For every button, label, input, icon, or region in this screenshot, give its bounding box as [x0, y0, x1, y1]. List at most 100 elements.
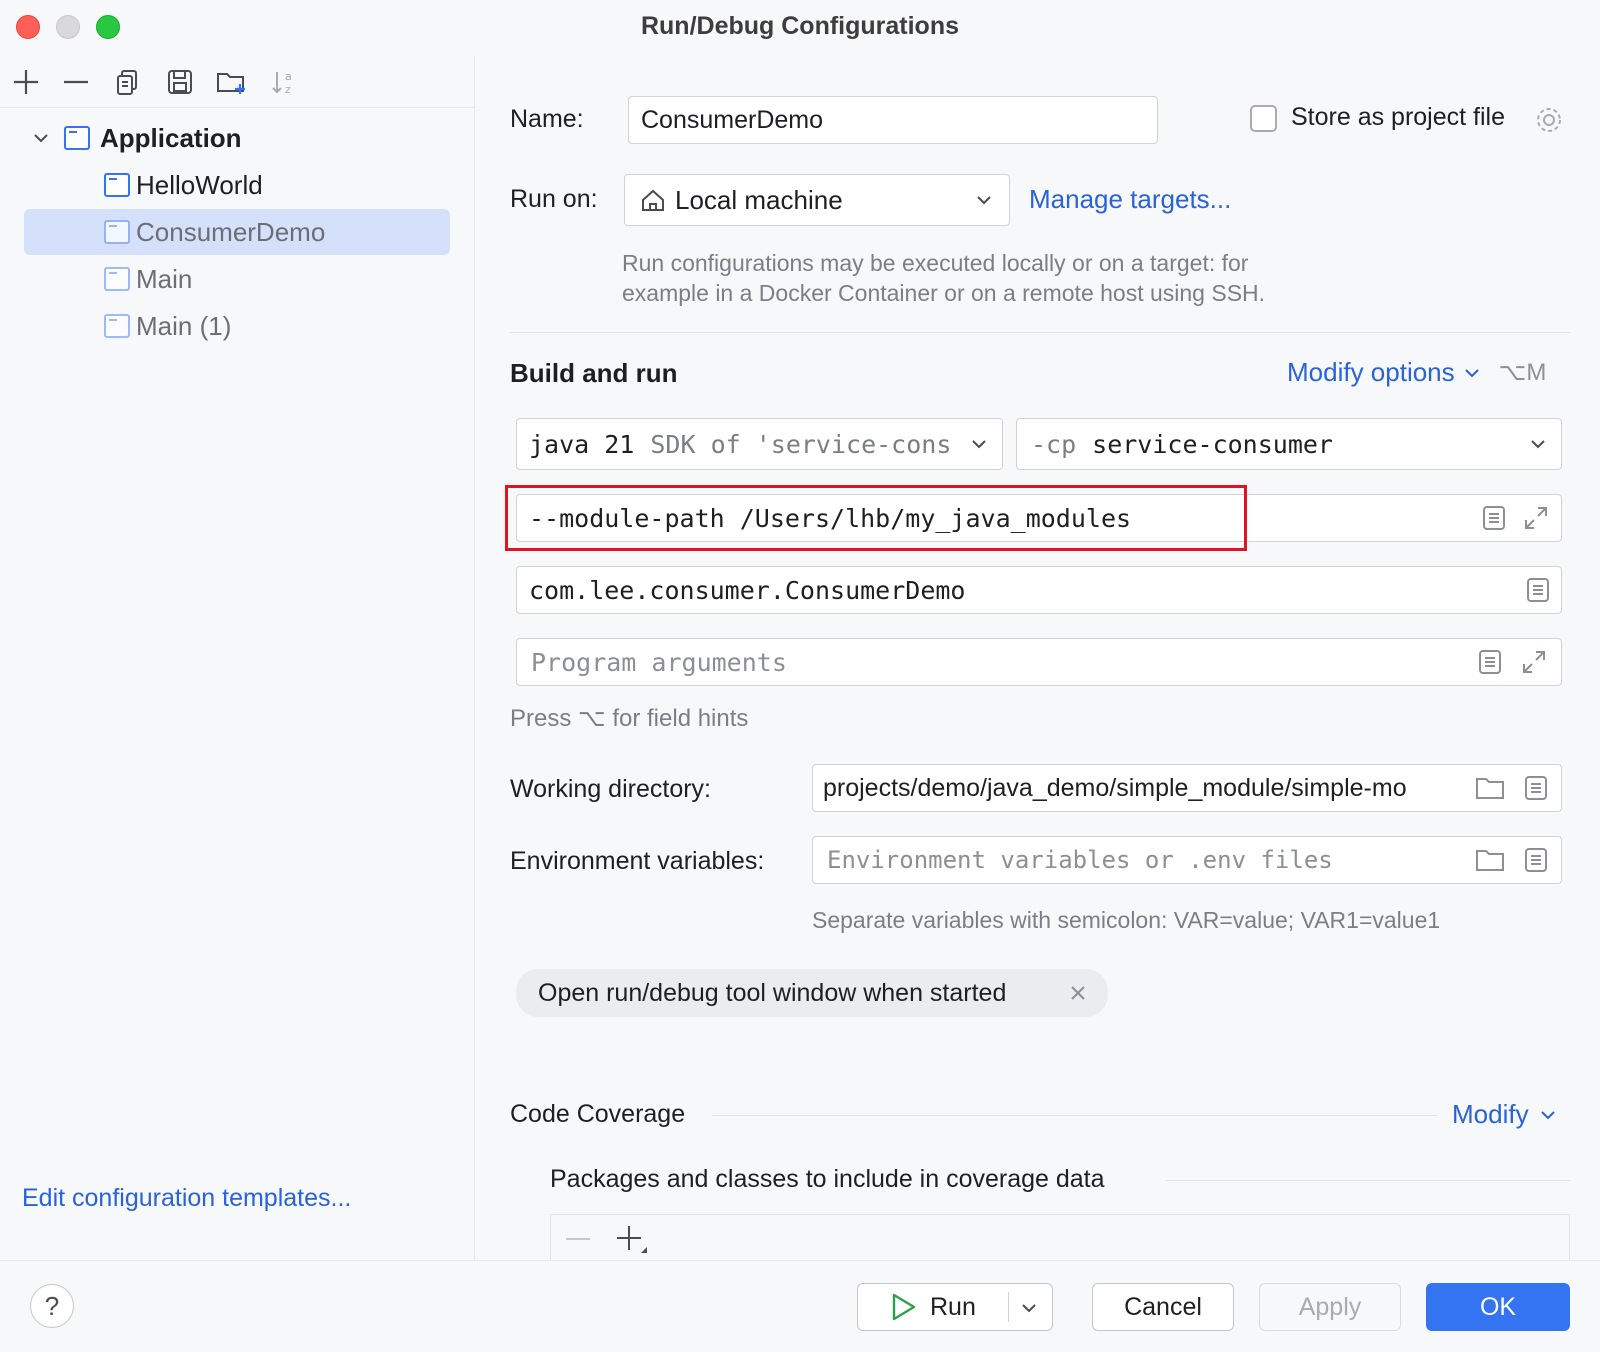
- main-class-field[interactable]: com.lee.consumer.ConsumerDemo: [516, 566, 1562, 614]
- text-editor-icon[interactable]: [1481, 505, 1507, 531]
- remove-icon[interactable]: [563, 1227, 593, 1251]
- ok-button[interactable]: OK: [1426, 1283, 1570, 1331]
- classpath-value: service-consumer: [1092, 429, 1333, 459]
- title-bar: Run/Debug Configurations: [0, 0, 1600, 56]
- chevron-down-icon: [977, 196, 991, 205]
- run-on-value: Local machine: [675, 184, 843, 215]
- gear-icon[interactable]: [1534, 105, 1564, 135]
- section-divider: [510, 332, 1570, 333]
- apply-label: Apply: [1298, 1292, 1362, 1321]
- copy-icon[interactable]: [112, 66, 144, 98]
- main-class-value: com.lee.consumer.ConsumerDemo: [529, 575, 966, 605]
- working-directory-field[interactable]: projects/demo/java_demo/simple_module/si…: [812, 764, 1562, 812]
- help-icon: ?: [44, 1290, 60, 1321]
- tree-item-consumerdemo[interactable]: ConsumerDemo: [24, 209, 450, 255]
- play-icon: [892, 1293, 916, 1321]
- coverage-packages-label: Packages and classes to include in cover…: [550, 1165, 1105, 1193]
- coverage-packages-list: [550, 1214, 1570, 1260]
- expand-icon[interactable]: [1521, 503, 1551, 533]
- configuration-icon: [104, 314, 130, 338]
- folder-icon[interactable]: [1475, 775, 1505, 801]
- cancel-label: Cancel: [1124, 1292, 1202, 1321]
- window-title: Run/Debug Configurations: [640, 12, 960, 40]
- tree-item-label: HelloWorld: [136, 169, 263, 200]
- chevron-down-icon: [1540, 1110, 1555, 1119]
- chevron-down-icon[interactable]: [30, 127, 52, 149]
- configuration-icon: [104, 267, 130, 291]
- ok-label: OK: [1479, 1292, 1517, 1321]
- application-icon: [64, 126, 90, 150]
- run-button[interactable]: Run: [857, 1283, 1053, 1331]
- tree-item-main[interactable]: Main: [104, 256, 192, 302]
- configurations-sidebar: az Application HelloWorld ConsumerDemo M…: [0, 56, 475, 1260]
- remove-icon[interactable]: [60, 66, 92, 98]
- text-editor-icon[interactable]: [1523, 847, 1549, 873]
- modify-options-label: Modify options: [1287, 357, 1455, 387]
- tree-item-helloworld[interactable]: HelloWorld: [104, 162, 263, 208]
- footer-divider: [0, 1260, 1600, 1261]
- tree-item-label: Main: [136, 263, 193, 294]
- environment-variables-placeholder: Environment variables or .env files: [827, 846, 1333, 874]
- modify-options-button[interactable]: Modify options ⌥M: [1287, 357, 1546, 388]
- tree-item-main-1[interactable]: Main (1): [104, 303, 231, 349]
- build-and-run-title: Build and run: [510, 358, 678, 388]
- chevron-down-icon: [1464, 368, 1479, 377]
- environment-variables-label: Environment variables:: [510, 847, 765, 875]
- close-icon[interactable]: [1068, 983, 1088, 1003]
- classpath-prefix: -cp: [1031, 429, 1077, 459]
- coverage-modify-button[interactable]: Modify: [1452, 1099, 1559, 1130]
- program-arguments-placeholder: Program arguments: [531, 647, 787, 677]
- svg-text:z: z: [285, 83, 291, 96]
- save-icon[interactable]: [164, 66, 196, 98]
- store-as-project-label: Store as project file: [1291, 103, 1505, 131]
- sidebar-toolbar: az: [0, 56, 475, 108]
- highlight-box: [505, 485, 1247, 551]
- jdk-main: java 21: [529, 429, 635, 459]
- edit-templates-link[interactable]: Edit configuration templates...: [22, 1184, 351, 1213]
- code-coverage-title: Code Coverage: [510, 1100, 686, 1128]
- classpath-combo[interactable]: -cp service-consumer: [1016, 418, 1562, 470]
- tree-item-label: Main (1): [136, 310, 232, 341]
- environment-variables-hint: Separate variables with semicolon: VAR=v…: [812, 907, 1441, 933]
- chevron-down-icon: [972, 440, 986, 449]
- home-icon: [642, 189, 664, 211]
- text-editor-icon[interactable]: [1477, 649, 1503, 675]
- run-on-combo[interactable]: Local machine: [624, 174, 1010, 226]
- jdk-combo[interactable]: java 21 SDK of 'service-cons: [516, 418, 1003, 470]
- coverage-packages-divider: [1166, 1180, 1570, 1181]
- run-on-label: Run on:: [510, 185, 598, 213]
- text-editor-icon[interactable]: [1523, 775, 1549, 801]
- manage-targets-link[interactable]: Manage targets...: [1029, 184, 1231, 215]
- code-coverage-divider: [712, 1115, 1438, 1116]
- program-arguments-field[interactable]: Program arguments: [516, 638, 1562, 686]
- sort-icon[interactable]: az: [268, 66, 300, 98]
- add-icon[interactable]: [10, 66, 42, 98]
- name-label: Name:: [510, 105, 584, 133]
- run-on-hint-line1: Run configurations may be executed local…: [622, 250, 1249, 276]
- field-hints-text: Press ⌥ for field hints: [510, 705, 749, 732]
- run-debug-dialog: Run/Debug Configurations az Application …: [0, 0, 1600, 1352]
- environment-variables-field[interactable]: Environment variables or .env files: [812, 836, 1562, 884]
- chevron-down-icon[interactable]: [1018, 1297, 1040, 1319]
- configuration-icon: [104, 220, 130, 244]
- working-directory-label: Working directory:: [510, 775, 711, 803]
- open-tool-window-chip[interactable]: Open run/debug tool window when started: [516, 969, 1108, 1017]
- run-on-hint-line2: example in a Docker Container or on a re…: [622, 280, 1266, 306]
- name-field[interactable]: ConsumerDemo: [628, 96, 1158, 144]
- tree-group-application[interactable]: Application: [30, 115, 242, 161]
- new-folder-icon[interactable]: [216, 66, 248, 98]
- svg-text:a: a: [285, 70, 292, 83]
- configuration-icon: [104, 173, 130, 197]
- help-button[interactable]: ?: [30, 1284, 74, 1328]
- cancel-button[interactable]: Cancel: [1092, 1283, 1234, 1331]
- store-as-project-checkbox[interactable]: [1250, 105, 1277, 132]
- add-icon[interactable]: [615, 1223, 649, 1255]
- tree-item-label: ConsumerDemo: [136, 216, 326, 247]
- chip-label: Open run/debug tool window when started: [538, 978, 1007, 1007]
- text-editor-icon[interactable]: [1525, 577, 1551, 603]
- tree-group-label: Application: [100, 122, 242, 153]
- apply-button[interactable]: Apply: [1259, 1283, 1401, 1331]
- modify-options-shortcut: ⌥M: [1498, 359, 1547, 386]
- folder-icon[interactable]: [1475, 847, 1505, 873]
- expand-icon[interactable]: [1519, 647, 1549, 677]
